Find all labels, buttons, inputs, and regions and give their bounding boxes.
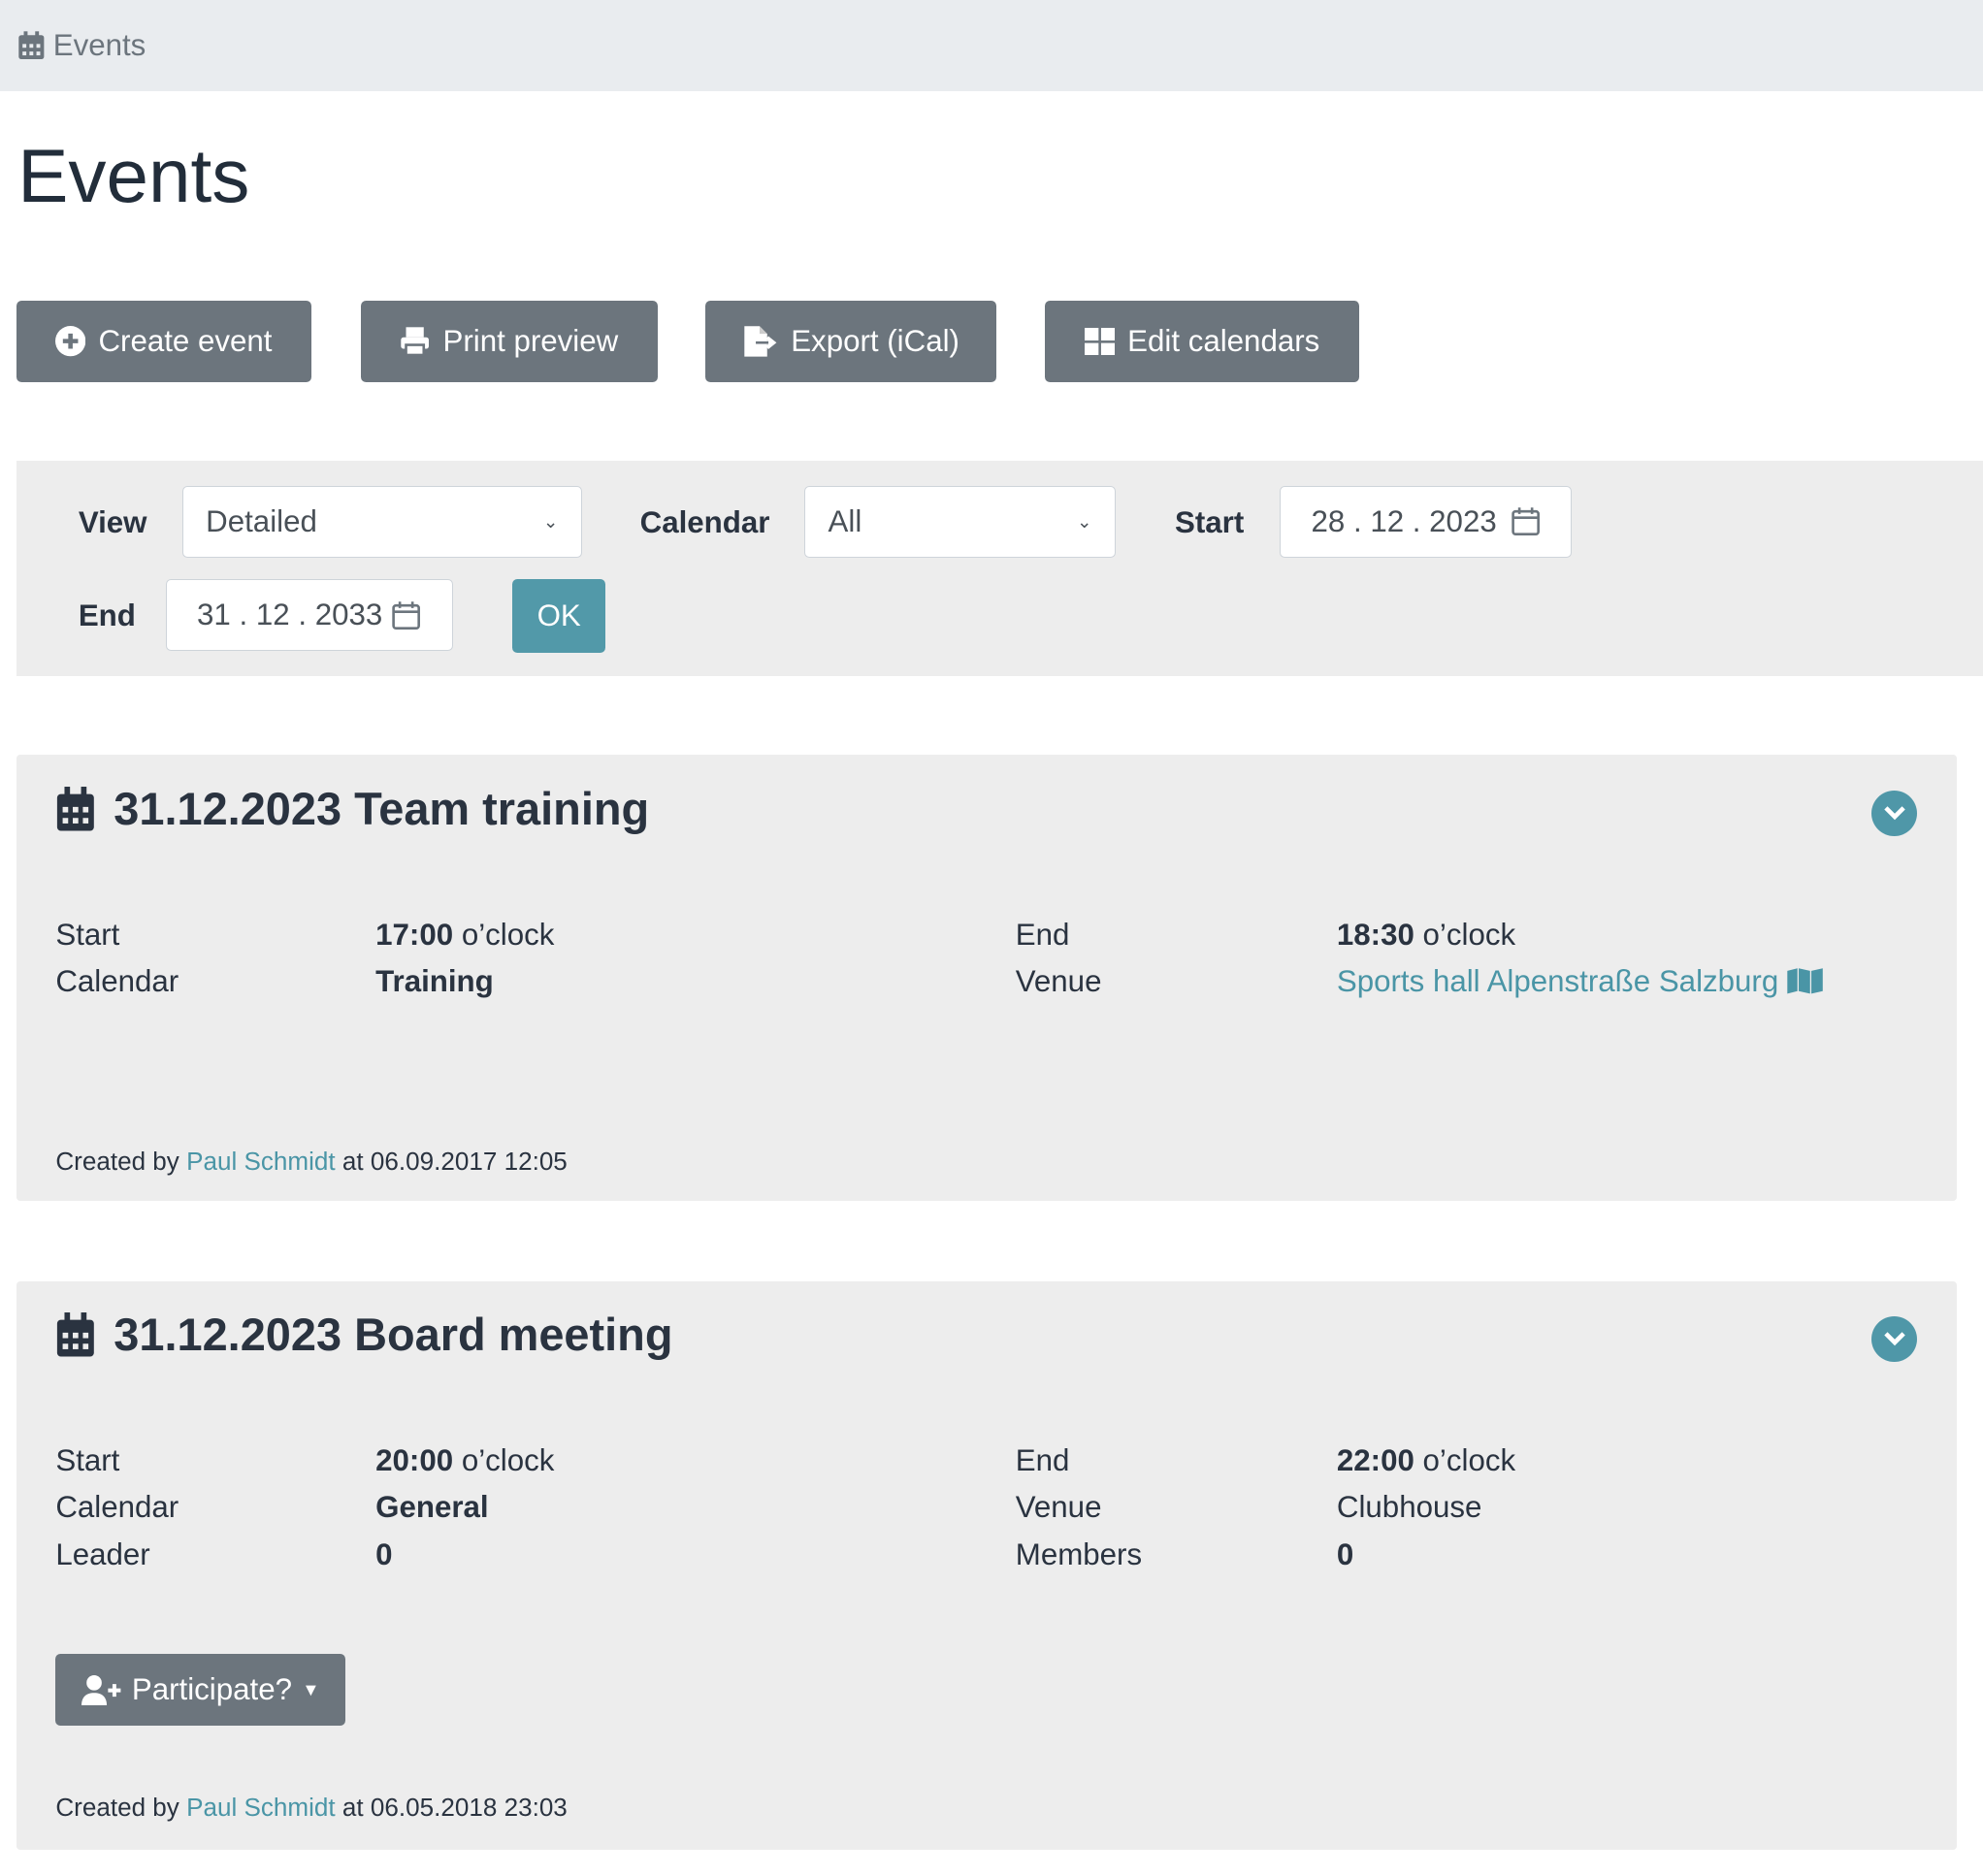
members-count: 0 bbox=[1337, 1536, 1353, 1573]
calendar-icon bbox=[17, 30, 46, 60]
view-select[interactable]: Detailed ⌄ bbox=[182, 486, 582, 558]
map-icon bbox=[1786, 967, 1824, 995]
start-label: Start bbox=[1175, 503, 1244, 541]
file-export-icon bbox=[743, 325, 779, 358]
event-card: 31.12.2023 Board meeting Start 20:00 o’c… bbox=[16, 1281, 1957, 1851]
ok-button[interactable]: OK bbox=[512, 579, 605, 653]
calendar-value: Training bbox=[375, 962, 494, 1000]
caret-down-icon: ▼ bbox=[302, 1679, 319, 1700]
expand-chevron-icon[interactable] bbox=[1871, 791, 1917, 836]
filter-panel: View Detailed ⌄ Calendar All ⌄ Start 28 . … bbox=[16, 461, 1983, 677]
create-event-label: Create event bbox=[98, 324, 272, 359]
end-value: 18:30 o’clock bbox=[1337, 916, 1515, 954]
participate-label: Participate? bbox=[132, 1672, 292, 1707]
creator-link[interactable]: Paul Schmidt bbox=[186, 1147, 336, 1176]
created-by: Created by Paul Schmidt at 06.09.2017 12… bbox=[55, 1147, 567, 1177]
created-by: Created by Paul Schmidt at 06.05.2018 23… bbox=[55, 1793, 567, 1823]
chevron-down-icon: ⌄ bbox=[1077, 511, 1091, 533]
view-label: View bbox=[79, 503, 147, 541]
venue-value: Clubhouse bbox=[1337, 1488, 1482, 1526]
end-date-value: 31 . 12 . 2033 bbox=[197, 598, 382, 632]
breadcrumb[interactable]: Events bbox=[17, 28, 146, 63]
create-event-button[interactable]: Create event bbox=[16, 301, 311, 381]
user-plus-icon bbox=[81, 1675, 122, 1705]
grid-icon bbox=[1085, 328, 1115, 356]
calendar-picker-icon[interactable] bbox=[1511, 506, 1541, 536]
start-value: 17:00 o’clock bbox=[375, 916, 554, 954]
calendar-value: General bbox=[375, 1488, 488, 1526]
expand-chevron-icon[interactable] bbox=[1871, 1316, 1917, 1362]
view-value: Detailed bbox=[206, 504, 317, 539]
page-title: Events bbox=[17, 132, 249, 220]
leader-label: Leader bbox=[55, 1536, 149, 1573]
chevron-down-icon: ⌄ bbox=[543, 511, 558, 533]
creator-link[interactable]: Paul Schmidt bbox=[186, 1793, 336, 1822]
venue-link[interactable]: Sports hall Alpenstraße Salzburg bbox=[1337, 962, 1824, 1000]
end-label: End bbox=[79, 597, 136, 634]
edit-calendars-button[interactable]: Edit calendars bbox=[1045, 301, 1360, 381]
calendar-value: All bbox=[829, 504, 862, 539]
calendar-label: Calendar bbox=[55, 1488, 179, 1526]
calendar-picker-icon[interactable] bbox=[391, 600, 421, 631]
participate-dropdown-button[interactable]: Participate? ▼ bbox=[55, 1654, 345, 1726]
print-preview-button[interactable]: Print preview bbox=[361, 301, 658, 381]
start-label: Start bbox=[55, 916, 119, 954]
plus-circle-icon bbox=[55, 326, 85, 356]
edit-calendars-label: Edit calendars bbox=[1127, 324, 1319, 359]
calendar-label: Calendar bbox=[55, 962, 179, 1000]
members-label: Members bbox=[1016, 1536, 1142, 1573]
breadcrumb-bar: Events bbox=[0, 0, 1983, 91]
start-date-input[interactable]: 28 . 12 . 2023 bbox=[1280, 486, 1572, 558]
start-date-value: 28 . 12 . 2023 bbox=[1312, 504, 1497, 539]
calendar-icon bbox=[55, 1310, 96, 1359]
breadcrumb-label: Events bbox=[53, 28, 146, 63]
calendar-select[interactable]: All ⌄ bbox=[804, 486, 1116, 558]
event-title-text: 31.12.2023 Board meeting bbox=[114, 1309, 672, 1361]
calendar-icon bbox=[55, 785, 96, 833]
end-value: 22:00 o’clock bbox=[1337, 1441, 1515, 1479]
event-title-text: 31.12.2023 Team training bbox=[114, 783, 649, 835]
venue-label: Venue bbox=[1016, 1488, 1102, 1526]
end-label: End bbox=[1016, 1441, 1070, 1479]
leader-count: 0 bbox=[375, 1536, 392, 1573]
event-title[interactable]: 31.12.2023 Team training bbox=[55, 783, 649, 835]
print-preview-label: Print preview bbox=[442, 324, 618, 359]
printer-icon bbox=[400, 326, 430, 356]
end-date-input[interactable]: 31 . 12 . 2033 bbox=[166, 579, 453, 651]
start-value: 20:00 o’clock bbox=[375, 1441, 554, 1479]
end-label: End bbox=[1016, 916, 1070, 954]
event-title[interactable]: 31.12.2023 Board meeting bbox=[55, 1309, 672, 1361]
export-ical-label: Export (iCal) bbox=[791, 324, 959, 359]
export-ical-button[interactable]: Export (iCal) bbox=[705, 301, 996, 381]
start-label: Start bbox=[55, 1441, 119, 1479]
event-card: 31.12.2023 Team training Start 17:00 o’c… bbox=[16, 755, 1957, 1201]
calendar-label: Calendar bbox=[640, 503, 770, 541]
venue-label: Venue bbox=[1016, 962, 1102, 1000]
